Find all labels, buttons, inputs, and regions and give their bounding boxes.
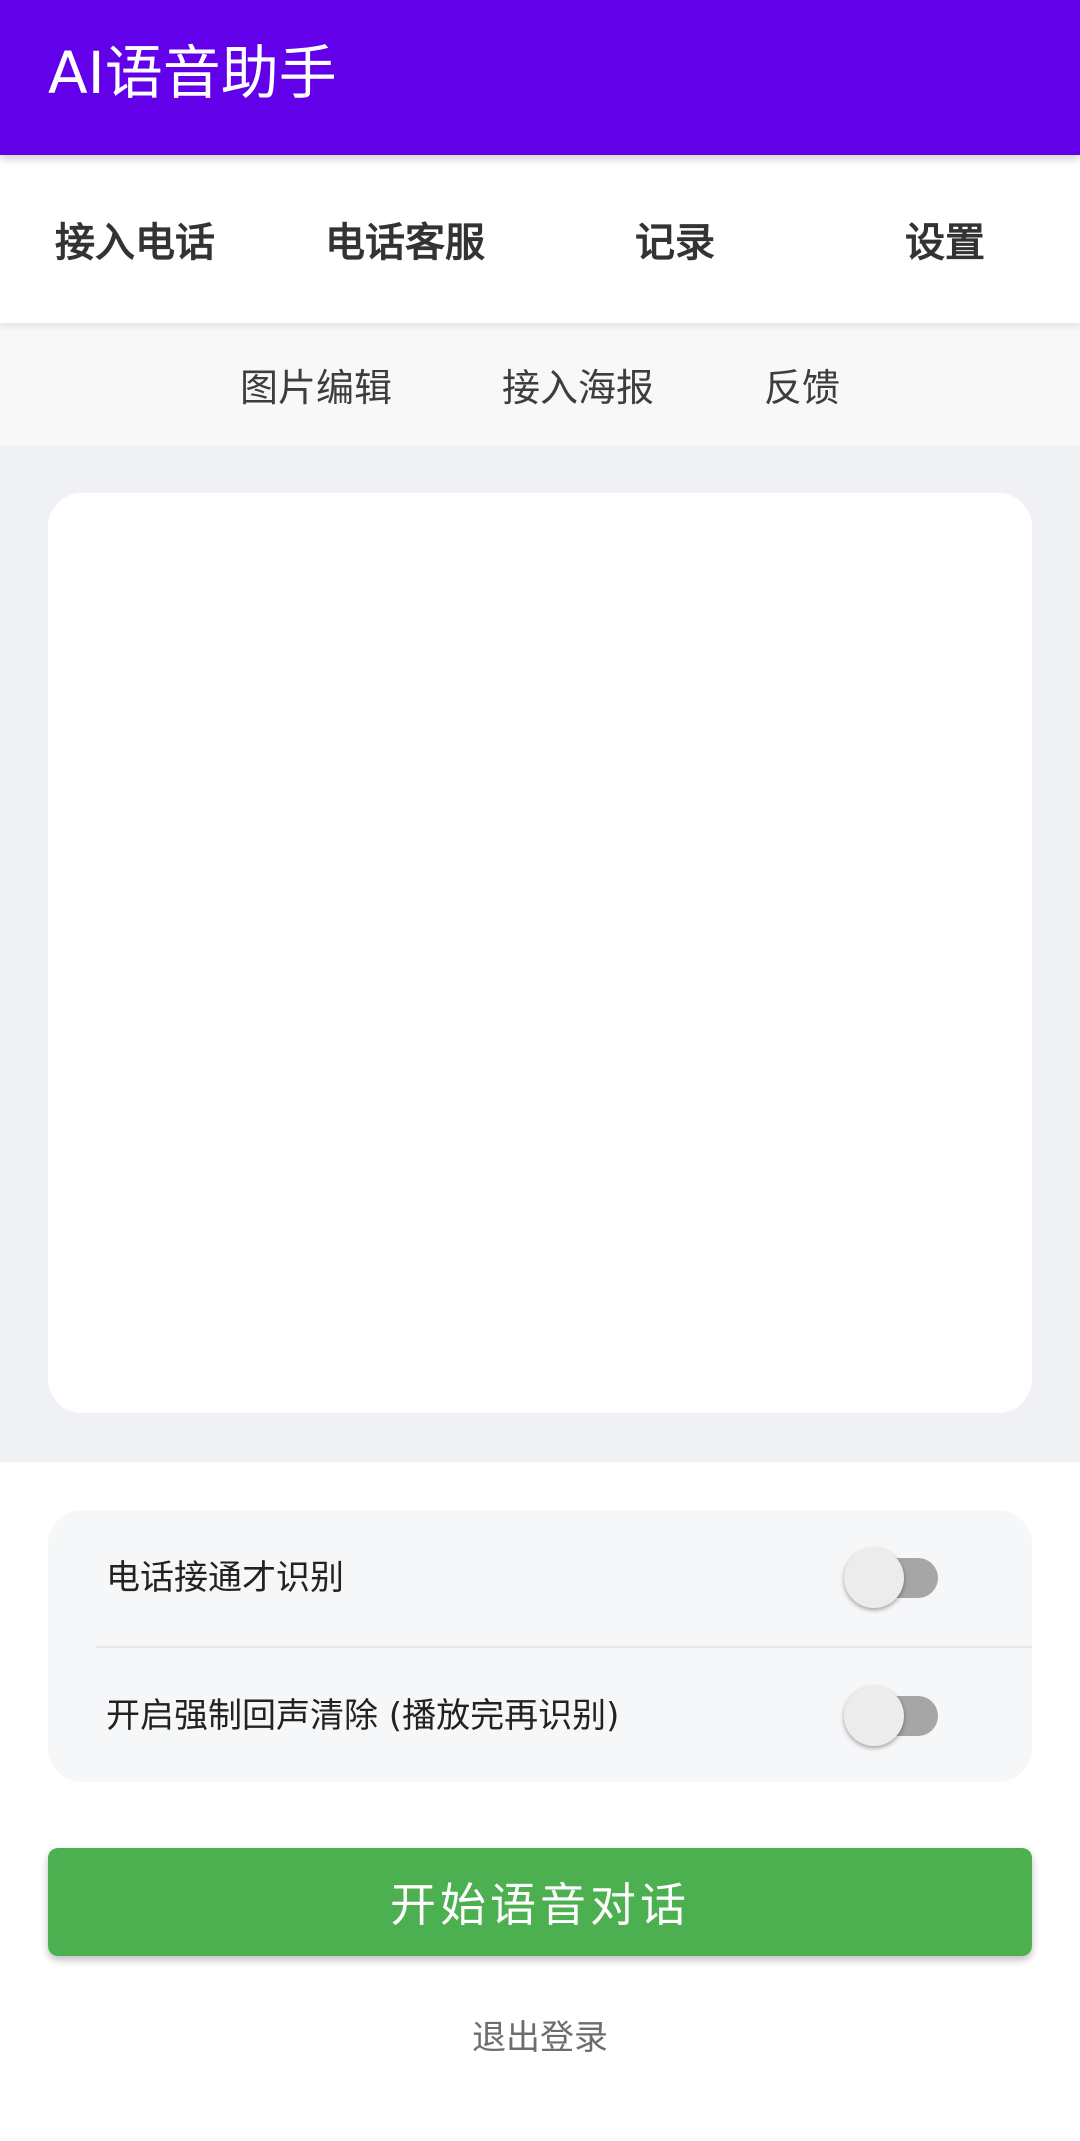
- option-label-echo-cancel: 开启强制回声清除 (播放完再识别): [106, 1696, 620, 1736]
- logout-link[interactable]: 退出登录: [0, 2010, 1080, 2059]
- conversation-panel: [48, 493, 1032, 1413]
- option-label-call-connected: 电话接通才识别: [106, 1558, 344, 1598]
- content-area: [0, 445, 1080, 1462]
- sub-navigation: 图片编辑 接入海报 反馈: [0, 323, 1080, 445]
- tab-incoming-call[interactable]: 接入电话: [0, 155, 270, 323]
- start-voice-chat-button[interactable]: 开始语音对话: [48, 1848, 1032, 1956]
- main-tabs: 接入电话 电话客服 记录 设置: [0, 155, 1080, 323]
- toggle-thumb: [844, 1548, 904, 1608]
- subnav-feedback[interactable]: 反馈: [764, 357, 840, 412]
- option-row-call-connected: 电话接通才识别: [48, 1510, 1032, 1646]
- subnav-image-edit[interactable]: 图片编辑: [240, 357, 392, 412]
- option-row-echo-cancel: 开启强制回声清除 (播放完再识别): [48, 1648, 1032, 1784]
- tab-settings[interactable]: 设置: [810, 155, 1080, 323]
- toggle-thumb: [844, 1686, 904, 1746]
- tab-records[interactable]: 记录: [540, 155, 810, 323]
- subnav-poster[interactable]: 接入海报: [502, 357, 654, 412]
- app-title: AI语音助手: [48, 39, 337, 107]
- toggle-echo-cancel[interactable]: [844, 1686, 940, 1746]
- tab-phone-service[interactable]: 电话客服: [270, 155, 540, 323]
- toggle-call-connected[interactable]: [844, 1548, 940, 1608]
- options-card: 电话接通才识别 开启强制回声清除 (播放完再识别): [48, 1510, 1032, 1782]
- app-bar: AI语音助手: [0, 0, 1080, 155]
